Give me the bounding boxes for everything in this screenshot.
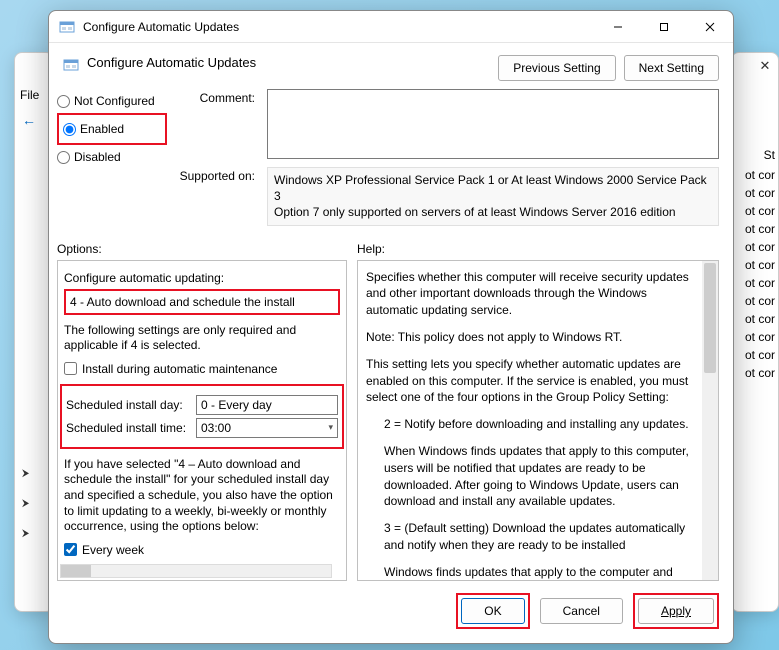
cancel-button[interactable]: Cancel [540, 598, 623, 624]
vertical-scrollbar-thumb[interactable] [704, 263, 716, 373]
radio-not-configured[interactable]: Not Configured [57, 92, 167, 110]
options-heading: Options: [57, 242, 357, 256]
policy-icon [63, 57, 79, 73]
select-value: 03:00 [201, 421, 231, 435]
radio-label: Enabled [80, 122, 124, 136]
bg-back-icon: ← [22, 112, 36, 128]
previous-setting-button[interactable]: Previous Setting [498, 55, 615, 81]
titlebar-text: Configure Automatic Updates [83, 20, 595, 34]
configure-updating-label: Configure automatic updating: [64, 271, 340, 285]
bg-status-row: ot cor [745, 330, 775, 344]
bg-status-row: ot cor [745, 204, 775, 218]
bg-chevron: ⮞ [22, 468, 29, 479]
bg-file-menu: File [20, 88, 39, 102]
every-week-checkbox[interactable]: Every week [64, 543, 340, 557]
help-text: 3 = (Default setting) Download the updat… [366, 520, 696, 554]
page-title: Configure Automatic Updates [87, 55, 498, 70]
comment-label: Comment: [179, 89, 267, 105]
radio-disabled[interactable]: Disabled [57, 148, 167, 166]
bg-status-row: ot cor [745, 240, 775, 254]
radio-label: Not Configured [74, 94, 155, 108]
help-heading: Help: [357, 242, 385, 256]
next-setting-button[interactable]: Next Setting [624, 55, 719, 81]
supported-label: Supported on: [179, 167, 267, 183]
radio-enabled[interactable]: Enabled [63, 120, 161, 138]
dialog-configure-automatic-updates: Configure Automatic Updates Configure Au… [48, 10, 734, 644]
help-text: When Windows finds updates that apply to… [366, 443, 696, 510]
bg-status-row: ot cor [745, 294, 775, 308]
checkbox-label: Every week [82, 543, 144, 557]
policy-icon [59, 19, 75, 35]
bg-chevron: ⮞ [22, 498, 29, 509]
radio-label: Disabled [74, 150, 121, 164]
bg-status-row: ot cor [745, 258, 775, 272]
close-button[interactable] [687, 11, 733, 43]
help-text: Specifies whether this computer will rec… [366, 269, 696, 319]
help-panel: Specifies whether this computer will rec… [357, 260, 719, 581]
configure-updating-select[interactable]: 4 - Auto download and schedule the insta… [64, 289, 340, 315]
maximize-button[interactable] [641, 11, 687, 43]
bg-status-row: ot cor [745, 312, 775, 326]
ok-button[interactable]: OK [461, 598, 524, 624]
scheduled-install-time-label: Scheduled install time: [66, 421, 196, 435]
titlebar[interactable]: Configure Automatic Updates [49, 11, 733, 43]
supported-text: Windows XP Professional Service Pack 1 o… [267, 167, 719, 226]
bg-status-row: ot cor [745, 276, 775, 290]
bg-status-row: ot cor [745, 348, 775, 362]
help-text: Windows finds updates that apply to the … [366, 564, 696, 581]
help-text: This setting lets you specify whether au… [366, 356, 696, 406]
bg-close-icon: ✕ [759, 58, 771, 74]
bg-status-row: ot cor [745, 168, 775, 182]
minimize-button[interactable] [595, 11, 641, 43]
bg-status-row: ot cor [745, 366, 775, 380]
bg-status-row: ot cor [745, 222, 775, 236]
install-during-maintenance-checkbox[interactable]: Install during automatic maintenance [64, 362, 340, 376]
options-panel: Configure automatic updating: 4 - Auto d… [57, 260, 347, 581]
scheduled-install-day-select[interactable]: 0 - Every day [196, 395, 338, 415]
help-text: Note: This policy does not apply to Wind… [366, 329, 696, 346]
apply-button[interactable]: Apply [638, 598, 714, 624]
bg-chevron: ⮞ [22, 528, 29, 539]
bg-status-row: ot cor [745, 186, 775, 200]
bg-status-header: St [764, 148, 775, 162]
scheduled-install-day-label: Scheduled install day: [66, 398, 196, 412]
horizontal-scrollbar[interactable] [60, 564, 332, 578]
help-text: 2 = Notify before downloading and instal… [366, 416, 696, 433]
if-selected-text: If you have selected "4 – Auto download … [64, 457, 340, 535]
following-settings-text: The following settings are only required… [64, 323, 340, 354]
chevron-down-icon: ▾ [328, 422, 333, 433]
comment-textarea[interactable] [267, 89, 719, 159]
checkbox-label: Install during automatic maintenance [82, 362, 277, 376]
scheduled-install-time-select[interactable]: 03:00 ▾ [196, 418, 338, 438]
